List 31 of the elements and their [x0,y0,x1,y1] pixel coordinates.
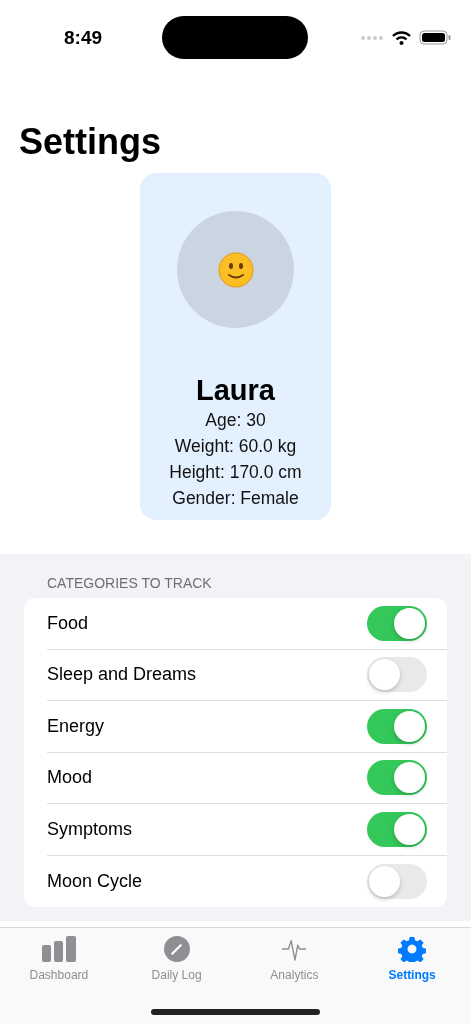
toggle-switch[interactable] [367,811,427,847]
profile-detail: Age: 30 [204,409,267,432]
smiley-icon [217,251,254,288]
profile-name: Laura [196,373,275,407]
page-title: Settings [19,120,162,164]
signal-icon [361,35,384,40]
category-label: Sleep and Dreams [47,664,197,686]
bar-chart-icon [40,936,77,962]
tab[interactable]: Dashboard [0,936,118,982]
category-label: Moon Cycle [47,870,143,892]
profile-detail: Weight: 60.0 kg [173,435,298,458]
battery-icon [419,30,451,45]
tab[interactable]: Analytics [235,936,354,982]
section-header: CATEGORIES TO TRACK [46,575,213,593]
category-label: Mood [47,767,93,789]
tab[interactable]: Settings [353,936,471,982]
clock-time: 8:49 [64,26,104,49]
settings-icon [398,936,427,962]
pencil-icon [162,936,191,962]
tab[interactable]: Daily Log [117,936,236,982]
toggle-switch[interactable] [367,657,427,693]
category-label: Symptoms [47,818,133,840]
profile-detail: Gender: Female [171,487,300,510]
category-label: Food [47,612,89,634]
profile-detail: Height: 170.0 cm [169,461,302,484]
toggle-switch[interactable] [367,760,427,796]
toggle-switch[interactable] [367,863,427,899]
toggle-switch[interactable] [367,708,427,744]
wifi-icon [392,30,411,45]
toggle-switch[interactable] [367,605,427,641]
category-label: Energy [47,715,105,737]
